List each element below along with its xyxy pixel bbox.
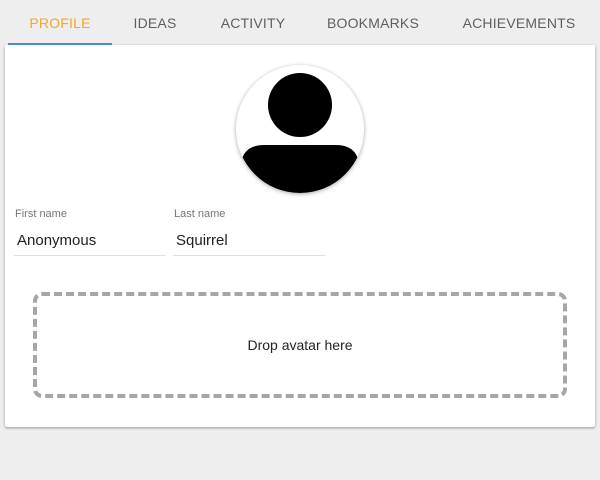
avatar-dropzone[interactable]: Drop avatar here — [33, 292, 567, 398]
tab-bar: PROFILE IDEAS ACTIVITY BOOKMARKS ACHIEVE… — [0, 0, 600, 45]
tab-activity[interactable]: ACTIVITY — [198, 0, 308, 45]
avatar[interactable] — [236, 65, 364, 193]
profile-card: First name Last name Drop avatar here — [5, 45, 595, 427]
first-name-input[interactable] — [14, 226, 166, 256]
last-name-input[interactable] — [173, 226, 325, 256]
first-name-field: First name — [14, 207, 166, 256]
tab-achievements[interactable]: ACHIEVEMENTS — [438, 0, 600, 45]
default-user-silhouette-icon — [241, 73, 359, 193]
first-name-label: First name — [15, 208, 67, 220]
dropzone-label: Drop avatar here — [247, 337, 353, 353]
tab-bookmarks[interactable]: BOOKMARKS — [308, 0, 438, 45]
tab-profile[interactable]: PROFILE — [8, 0, 112, 45]
last-name-label: Last name — [174, 208, 226, 220]
tab-ideas[interactable]: IDEAS — [112, 0, 198, 45]
last-name-field: Last name — [173, 207, 325, 256]
